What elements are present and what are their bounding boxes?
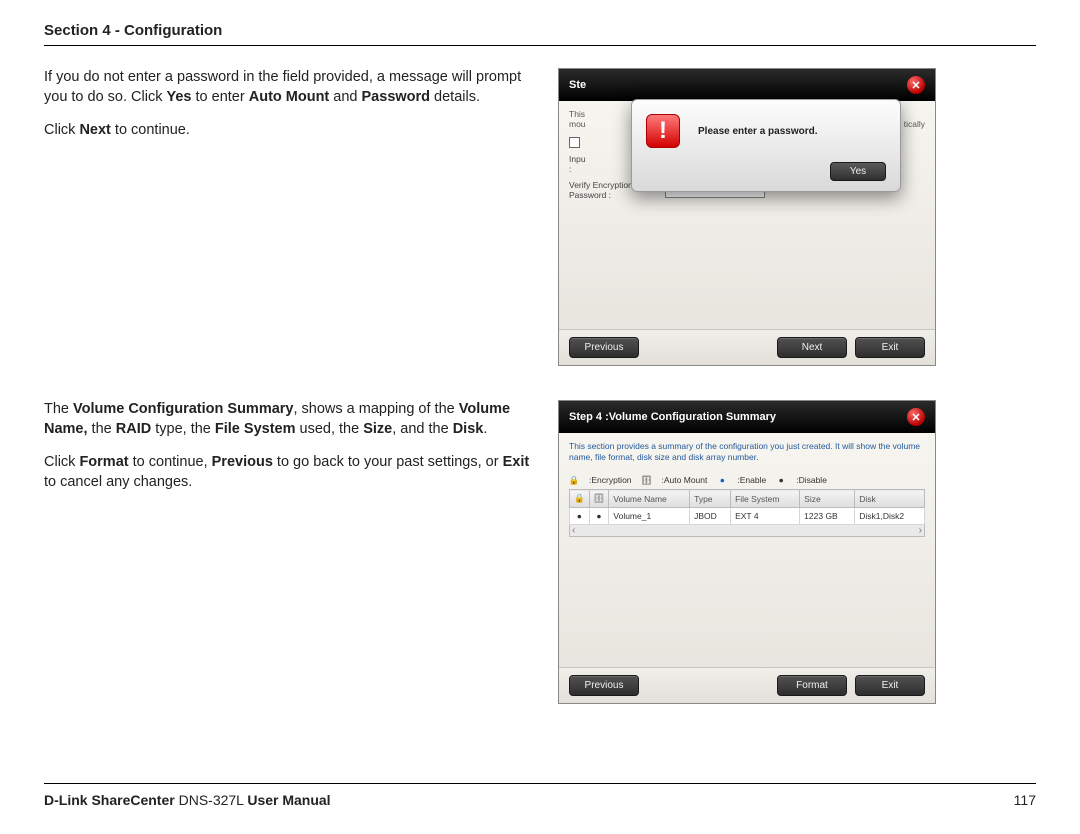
cell-volume-name: Volume_1 — [609, 508, 690, 525]
previous-button[interactable]: Previous — [569, 337, 639, 358]
text-bold: Size — [363, 421, 392, 437]
warning-icon: ! — [646, 114, 680, 148]
body-paragraph-3: The Volume Configuration Summary, shows … — [44, 400, 534, 439]
scroll-left-icon[interactable]: ‹ — [572, 525, 575, 536]
text-bold: Yes — [167, 89, 192, 105]
password-required-modal: ! Please enter a password. Yes — [631, 99, 901, 192]
col-size: Size — [800, 490, 855, 508]
text-bold: Auto Mount — [249, 89, 330, 105]
table-scrollbar[interactable]: ‹› — [569, 525, 925, 537]
col-disk: Disk — [855, 490, 925, 508]
automount-checkbox[interactable] — [569, 137, 580, 148]
page-number: 117 — [1014, 792, 1036, 808]
body-paragraph-4: Click Format to continue, Previous to go… — [44, 453, 534, 492]
screenshot-password-prompt: Ste ✕ This mou tically Inpu: Verify Encr… — [558, 68, 936, 366]
text: Click — [44, 454, 79, 470]
legend-automount: :Auto Mount — [662, 475, 708, 485]
volume-summary-table: 🔒 🗄 Volume Name Type File System Size Di… — [569, 489, 925, 525]
text: used, the — [295, 421, 363, 437]
text-bold: User Manual — [247, 792, 330, 808]
text: type, the — [151, 421, 215, 437]
exit-button[interactable]: Exit — [855, 675, 925, 696]
body-paragraph-2: Click Next to continue. — [44, 121, 534, 141]
body-paragraph-1: If you do not enter a password in the fi… — [44, 68, 534, 107]
text-bold: RAID — [116, 421, 151, 437]
text: This — [569, 109, 585, 119]
text-bold: Format — [79, 454, 128, 470]
cell-fs: EXT 4 — [731, 508, 800, 525]
col-filesystem: File System — [731, 490, 800, 508]
col-enc-icon: 🔒 — [570, 490, 590, 508]
text-bold: Exit — [503, 454, 530, 470]
text: . — [483, 421, 487, 437]
modal-yes-button[interactable]: Yes — [830, 162, 886, 181]
col-volume-name: Volume Name — [609, 490, 690, 508]
text: to go back to your past settings, or — [273, 454, 503, 470]
lock-icon: 🔒 — [569, 475, 579, 485]
text-bold: Volume Configuration Summary — [73, 401, 293, 417]
summary-description: This section provides a summary of the c… — [569, 441, 925, 463]
close-icon[interactable]: ✕ — [907, 408, 925, 426]
disable-icon: ● — [776, 475, 786, 485]
text: , and the — [392, 421, 452, 437]
text-bold: Password — [362, 89, 431, 105]
modal-message: Please enter a password. — [698, 126, 818, 137]
text: tically — [904, 119, 925, 129]
text: to enter — [192, 89, 249, 105]
text: the — [88, 421, 116, 437]
next-button[interactable]: Next — [777, 337, 847, 358]
dialog-title: Step 4 :Volume Configuration Summary — [569, 411, 776, 423]
automount-icon: 🗄 — [642, 475, 652, 485]
cell-type: JBOD — [690, 508, 731, 525]
text: and — [329, 89, 361, 105]
col-type: Type — [690, 490, 731, 508]
table-row[interactable]: ● ● Volume_1 JBOD EXT 4 1223 GB Disk1,Di… — [570, 508, 925, 525]
text: Click — [44, 122, 79, 138]
close-icon[interactable]: ✕ — [907, 76, 925, 94]
legend-enable: :Enable — [737, 475, 766, 485]
text: to cancel any changes. — [44, 474, 192, 490]
exit-button[interactable]: Exit — [855, 337, 925, 358]
text: , shows a mapping of the — [294, 401, 459, 417]
previous-button[interactable]: Previous — [569, 675, 639, 696]
text-bold: Previous — [212, 454, 273, 470]
text-bold: D-Link ShareCenter — [44, 792, 175, 808]
format-button[interactable]: Format — [777, 675, 847, 696]
screenshot-volume-summary: Step 4 :Volume Configuration Summary ✕ T… — [558, 400, 936, 704]
text: mou — [569, 119, 586, 129]
text-bold: Next — [79, 122, 110, 138]
legend-disable: :Disable — [796, 475, 827, 485]
text: DNS-327L — [175, 792, 248, 808]
text-bold: File System — [215, 421, 296, 437]
legend-encryption: :Encryption — [589, 475, 632, 485]
dialog-title: Ste — [569, 79, 586, 91]
text: details. — [430, 89, 480, 105]
text: to continue, — [129, 454, 212, 470]
enable-icon: ● — [717, 475, 727, 485]
text-bold: Disk — [453, 421, 484, 437]
scroll-right-icon[interactable]: › — [919, 525, 922, 536]
cell-size: 1223 GB — [800, 508, 855, 525]
legend: 🔒 :Encryption 🗄 :Auto Mount ● :Enable ● :Dis… — [569, 475, 925, 485]
section-title: Section 4 - Configuration — [44, 22, 1036, 39]
footer-brand: D-Link ShareCenter DNS-327L User Manual — [44, 792, 331, 808]
col-mount-icon: 🗄 — [589, 490, 609, 508]
cell-mount-icon: ● — [589, 508, 609, 525]
cell-enc-icon: ● — [570, 508, 590, 525]
text: to continue. — [111, 122, 190, 138]
text: The — [44, 401, 73, 417]
cell-disk: Disk1,Disk2 — [855, 508, 925, 525]
